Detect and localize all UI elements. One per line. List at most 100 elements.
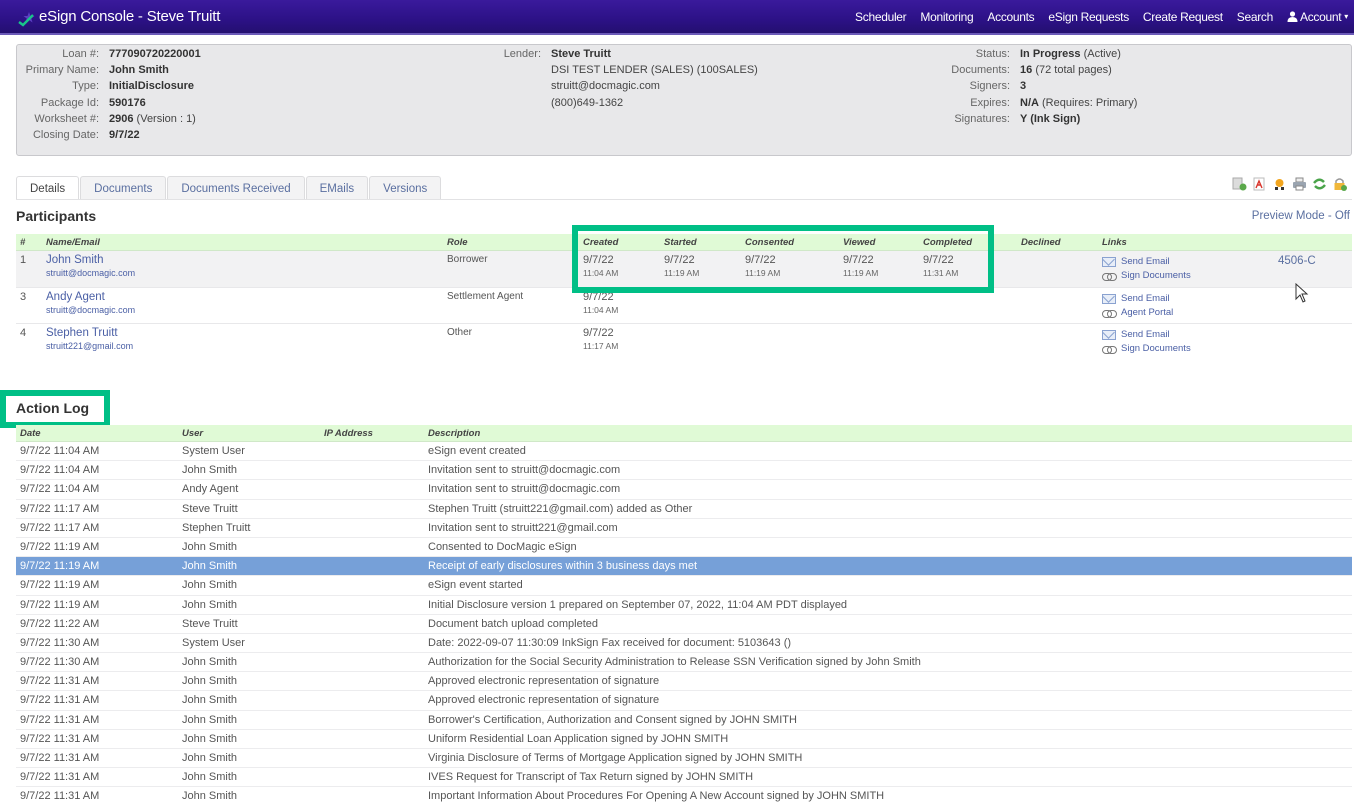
log-row[interactable]: 9/7/22 11:30 AM John Smith Authorization f…: [16, 653, 1352, 673]
log-user: Steve Truitt: [182, 502, 238, 515]
log-user: Stephen Truitt: [182, 521, 251, 534]
log-description: eSign event created: [428, 445, 526, 457]
participant-name-link[interactable]: Andy Agent: [46, 291, 135, 303]
send-email-link[interactable]: Send Email: [1102, 328, 1191, 342]
log-row[interactable]: 9/7/22 11:30 AM System User Date: 2022-09-…: [16, 634, 1352, 654]
nav-accounts[interactable]: Accounts: [987, 10, 1034, 24]
refresh-icon[interactable]: [1311, 177, 1328, 191]
log-date: 9/7/22 11:31 AM: [20, 713, 100, 726]
log-user: System User: [182, 445, 245, 457]
agent-portal-link[interactable]: Agent Portal: [1102, 306, 1173, 320]
envelope-icon: [1102, 294, 1116, 304]
sign-documents-link[interactable]: Sign Documents: [1102, 269, 1191, 283]
log-user: Steve Truitt: [182, 617, 238, 630]
participant-name-link[interactable]: John Smith: [46, 254, 135, 266]
signatures-value: Y (Ink Sign): [1020, 112, 1081, 125]
expires-value: N/A: [1020, 96, 1039, 109]
log-description: Receipt of early disclosures within 3 bu…: [428, 560, 698, 573]
tab-documents-received[interactable]: Documents Received: [167, 176, 305, 200]
participant-email-link[interactable]: struitt221@gmail.com: [46, 340, 133, 352]
log-row[interactable]: 9/7/22 11:31 AM John Smith IVES Request fo…: [16, 768, 1352, 788]
log-date: 9/7/22 11:19 AM: [20, 560, 100, 573]
log-description: Authorization for the Social Security Ad…: [428, 656, 921, 669]
log-user: John Smith: [182, 540, 238, 553]
participant-email-link[interactable]: struitt@docmagic.com: [46, 267, 135, 279]
log-row[interactable]: 9/7/22 11:19 AM John Smith eSign event sta…: [16, 576, 1352, 596]
log-row[interactable]: 9/7/22 11:22 AM Steve Truitt Document batc…: [16, 615, 1352, 634]
app-title: eSign Console - Steve Truitt: [39, 8, 221, 25]
log-row[interactable]: 9/7/22 11:31 AM John Smith Uniform Residen…: [16, 730, 1352, 749]
nav-esign-requests[interactable]: eSign Requests: [1048, 10, 1129, 24]
lender-phone: (800)649-1362: [551, 96, 624, 109]
checkmark-star-logo-icon: [18, 11, 35, 27]
log-row[interactable]: 9/7/22 11:17 AM Stephen Truitt Invitation …: [16, 519, 1352, 538]
log-date: 9/7/22 11:04 AM: [20, 464, 100, 477]
log-description: Invitation sent to struitt@docmagic.com: [428, 464, 621, 477]
log-description: Invitation sent to struitt@docmagic.com: [428, 483, 621, 496]
log-date: 9/7/22 11:17 AM: [20, 502, 100, 515]
col-created: Created: [583, 237, 619, 248]
main-nav: Scheduler Monitoring Accounts eSign Requ…: [841, 10, 1354, 24]
nav-create-request[interactable]: Create Request: [1143, 10, 1223, 24]
tab-versions[interactable]: Versions: [369, 176, 442, 200]
participants-header-row: # Name/Email Role Created Started Consen…: [16, 234, 1352, 251]
completed-datetime: 9/7/22 11:31 AM: [923, 254, 959, 278]
log-row[interactable]: 9/7/22 11:19 AM John Smith Consented to Do…: [16, 538, 1352, 558]
log-row[interactable]: 9/7/22 11:31 AM John Smith Approved electr…: [16, 672, 1352, 692]
user-icon: [1287, 11, 1298, 22]
label-type: Type:: [72, 80, 99, 93]
participant-number: 4: [20, 327, 27, 339]
log-user: John Smith: [182, 598, 238, 611]
tab-details[interactable]: Details: [16, 176, 80, 200]
log-row[interactable]: 9/7/22 11:17 AM Steve Truitt Stephen Truit…: [16, 500, 1352, 519]
log-user: System User: [182, 636, 245, 649]
created-datetime: 9/7/22 11:04 AM: [583, 254, 619, 278]
nav-search[interactable]: Search: [1237, 10, 1274, 24]
account-label: Account: [1300, 9, 1342, 24]
log-row[interactable]: 9/7/22 11:04 AM John Smith Invitation sent…: [16, 461, 1352, 481]
link-icon: [1102, 309, 1117, 318]
lender-info: Lender: Steve Truitt DSI TEST LENDER (SA…: [487, 46, 758, 111]
log-row[interactable]: 9/7/22 11:19 AM John Smith Receipt of earl…: [16, 557, 1352, 577]
log-description: IVES Request for Transcript of Tax Retur…: [428, 771, 754, 784]
col-viewed: Viewed: [843, 237, 876, 248]
log-user: Andy Agent: [182, 483, 239, 496]
form-4506c-link[interactable]: 4506-C: [1278, 255, 1316, 267]
lock-icon[interactable]: [1331, 177, 1348, 191]
participant-email-link[interactable]: struitt@docmagic.com: [46, 304, 135, 316]
log-row[interactable]: 9/7/22 11:31 AM John Smith Approved electr…: [16, 691, 1352, 711]
tab-documents[interactable]: Documents: [80, 176, 167, 200]
brand[interactable]: eSign Console - Steve Truitt: [0, 8, 221, 27]
certificate-icon[interactable]: [1271, 177, 1288, 191]
pdf-icon[interactable]: [1251, 177, 1268, 191]
log-row[interactable]: 9/7/22 11:04 AM Andy Agent Invitation sent…: [16, 480, 1352, 500]
participant-role: Borrower: [447, 254, 488, 265]
closing-date-value: 9/7/22: [109, 129, 140, 142]
log-description: Invitation sent to struitt221@gmail.com: [428, 521, 618, 534]
print-icon[interactable]: [1291, 177, 1308, 191]
nav-account-menu[interactable]: Account ▾: [1287, 10, 1348, 24]
add-document-icon[interactable]: [1231, 177, 1248, 191]
tab-emails[interactable]: EMails: [305, 176, 369, 200]
log-row[interactable]: 9/7/22 11:04 AM System User eSign event cr…: [16, 442, 1352, 462]
nav-scheduler[interactable]: Scheduler: [855, 10, 907, 24]
sign-documents-link[interactable]: Sign Documents: [1102, 342, 1191, 356]
label-worksheet: Worksheet #:: [34, 112, 99, 125]
label-documents: Documents:: [951, 64, 1010, 77]
label-closing-date: Closing Date:: [32, 129, 99, 142]
log-row[interactable]: 9/7/22 11:31 AM John Smith Virginia Disclo…: [16, 749, 1352, 769]
loan-info: Loan #: Primary Name: Type: Package Id: …: [17, 46, 201, 143]
log-row[interactable]: 9/7/22 11:19 AM John Smith Initial Disclos…: [16, 596, 1352, 615]
log-row[interactable]: 9/7/22 11:31 AM John Smith Important Infor…: [16, 787, 1352, 805]
send-email-link[interactable]: Send Email: [1102, 255, 1191, 269]
participant-name-link[interactable]: Stephen Truitt: [46, 327, 133, 339]
log-row[interactable]: 9/7/22 11:31 AM John Smith Borrower's Cert…: [16, 711, 1352, 730]
type-value: InitialDisclosure: [109, 80, 194, 93]
col-name-email: Name/Email: [46, 237, 100, 248]
send-email-link[interactable]: Send Email: [1102, 292, 1173, 306]
log-user: John Smith: [182, 771, 238, 784]
log-description: Stephen Truitt (struitt221@gmail.com) ad…: [428, 502, 693, 515]
preview-mode-toggle[interactable]: Preview Mode - Off: [1252, 210, 1350, 222]
log-description: Document batch upload completed: [428, 617, 598, 630]
nav-monitoring[interactable]: Monitoring: [920, 10, 973, 24]
